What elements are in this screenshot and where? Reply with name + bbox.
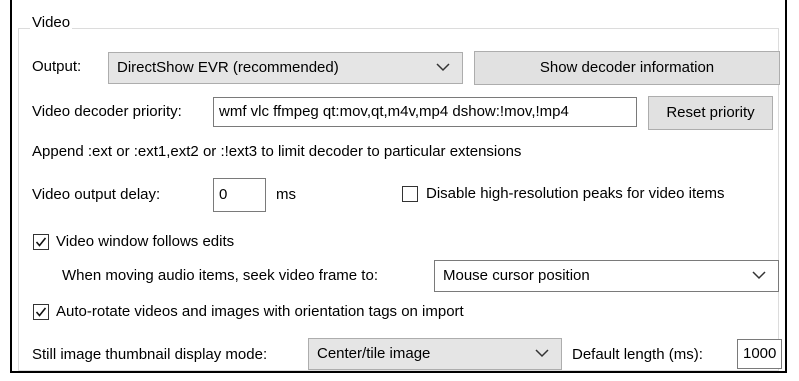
default-length-label: Default length (ms): — [572, 346, 703, 363]
output-delay-label: Video output delay: — [32, 186, 161, 203]
decoder-priority-label: Video decoder priority: — [32, 103, 182, 120]
output-label: Output: — [32, 58, 82, 75]
decoder-priority-input[interactable]: wmf vlc ffmpeg qt:mov,qt,m4v,mp4 dshow:!… — [213, 97, 637, 127]
thumbnail-mode-label: Still image thumbnail display mode: — [32, 346, 268, 363]
output-dropdown[interactable]: DirectShow EVR (recommended) — [108, 52, 463, 84]
auto-rotate-label[interactable]: Auto-rotate videos and images with orien… — [56, 303, 464, 320]
thumbnail-mode-dropdown[interactable]: Center/tile image — [308, 338, 562, 370]
seek-label: When moving audio items, seek video fram… — [62, 267, 378, 284]
chevron-down-icon — [752, 271, 766, 280]
disable-peaks-label[interactable]: Disable high-resolution peaks for video … — [426, 185, 724, 202]
seek-value: Mouse cursor position — [443, 267, 590, 284]
decoder-hint: Append :ext or :ext1,ext2 or :!ext3 to l… — [32, 143, 522, 160]
output-delay-input[interactable]: 0 — [213, 178, 266, 212]
show-decoder-info-button[interactable]: Show decoder information — [474, 51, 780, 85]
seek-dropdown[interactable]: Mouse cursor position — [434, 260, 779, 292]
default-length-input[interactable]: 1000 — [737, 339, 782, 369]
auto-rotate-checkbox[interactable] — [33, 304, 49, 320]
chevron-down-icon — [436, 63, 450, 72]
group-title: Video — [30, 14, 73, 31]
checkmark-icon — [35, 237, 47, 247]
output-value: DirectShow EVR (recommended) — [117, 59, 339, 76]
reset-priority-button[interactable]: Reset priority — [648, 96, 773, 130]
follows-edits-checkbox[interactable] — [33, 234, 49, 250]
chevron-down-icon — [535, 349, 549, 358]
output-delay-unit: ms — [276, 186, 296, 203]
disable-peaks-checkbox[interactable] — [402, 186, 418, 202]
follows-edits-label[interactable]: Video window follows edits — [56, 233, 234, 250]
thumbnail-mode-value: Center/tile image — [317, 345, 431, 362]
checkmark-icon — [35, 307, 47, 317]
